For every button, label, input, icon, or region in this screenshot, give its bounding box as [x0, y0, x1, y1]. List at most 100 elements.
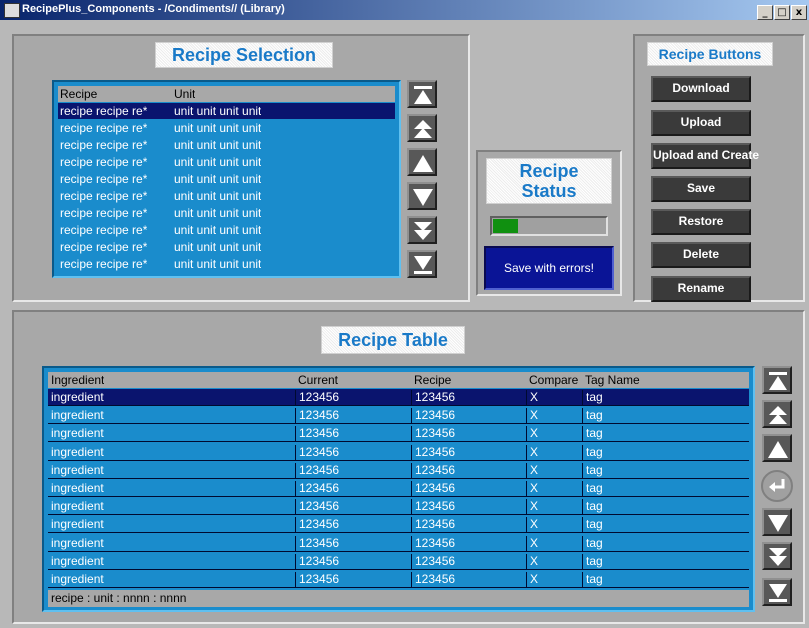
- recipe-table-row[interactable]: ingredient 123456 123456 Xtag: [48, 535, 749, 552]
- recipe-table-row[interactable]: ingredient 123456 123456 Xtag: [48, 462, 749, 479]
- recipe-table-row[interactable]: ingredient 123456 123456 Xtag: [48, 571, 749, 588]
- recipe-value-cell: 123456: [411, 517, 526, 533]
- recipe-name-cell: recipe recipe re*: [60, 257, 148, 271]
- ingredient-cell: ingredient: [51, 499, 104, 514]
- recipe-list-header: Recipe Unit: [58, 86, 395, 102]
- upload-and-create-button[interactable]: Upload and Create: [651, 143, 759, 169]
- maximize-button[interactable]: □: [774, 5, 790, 20]
- recipe-table-row[interactable]: ingredient 123456 123456 Xtag: [48, 480, 749, 497]
- compare-cell: X: [526, 553, 582, 569]
- ingredient-cell: ingredient: [51, 572, 104, 586]
- close-button[interactable]: x: [791, 5, 807, 20]
- ingredient-cell: ingredient: [51, 517, 104, 532]
- compare-cell: X: [526, 462, 582, 478]
- recipe-unit-cell: unit unit unit unit: [174, 206, 262, 220]
- tag-name-cell: tag: [582, 553, 749, 569]
- ingredient-cell: ingredient: [51, 408, 104, 423]
- move-last-button[interactable]: [407, 250, 437, 278]
- recipe-unit-cell: unit unit unit unit: [174, 240, 262, 254]
- recipe-unit-cell: unit unit unit unit: [174, 223, 262, 237]
- move-up-button[interactable]: [407, 148, 437, 176]
- recipe-list-row[interactable]: recipe recipe re* unit unit unit unit: [58, 120, 395, 136]
- column-header-recipe: Recipe: [60, 87, 98, 101]
- recipe-value-cell: 123456: [411, 426, 526, 442]
- recipe-table-row[interactable]: ingredient 123456 123456 Xtag: [48, 516, 749, 534]
- rename-button[interactable]: Rename: [651, 276, 751, 302]
- window-controls: _ □ x: [756, 2, 807, 20]
- recipe-table-row[interactable]: ingredient 123456 123456 Xtag: [48, 498, 749, 516]
- current-value-cell: 123456: [295, 444, 411, 460]
- enter-button[interactable]: [761, 470, 793, 502]
- current-value-cell: 123456: [295, 517, 411, 533]
- current-value-cell: 123456: [295, 462, 411, 478]
- recipe-value-cell: 123456: [411, 499, 526, 515]
- save-button[interactable]: Save: [651, 176, 751, 202]
- window-title: RecipePlus_Components - /Condiments// (L…: [22, 3, 285, 15]
- recipe-unit-cell: unit unit unit unit: [174, 189, 262, 203]
- column-header-ingredient: Ingredient: [51, 373, 105, 387]
- recipe-status-title-line1: Recipe: [519, 161, 579, 181]
- current-value-cell: 123456: [295, 499, 411, 515]
- recipe-unit-cell: unit unit unit unit: [174, 257, 262, 271]
- current-value-cell: 123456: [295, 481, 411, 496]
- move-first-button[interactable]: [762, 366, 792, 394]
- move-first-button[interactable]: [407, 80, 437, 108]
- upload-button[interactable]: Upload: [651, 110, 751, 136]
- recipe-list-row[interactable]: recipe recipe re* unit unit unit unit: [58, 171, 395, 187]
- progress-fill: [493, 219, 518, 233]
- delete-button[interactable]: Delete: [651, 242, 751, 268]
- compare-cell: X: [526, 535, 582, 551]
- recipe-table-row[interactable]: ingredient 123456 123456 Xtag: [48, 444, 749, 461]
- recipe-status-title-line2: Status: [521, 181, 577, 201]
- recipe-list-row[interactable]: recipe recipe re* unit unit unit unit: [58, 222, 395, 238]
- page-down-button[interactable]: [407, 216, 437, 244]
- recipe-list-row[interactable]: recipe recipe re* unit unit unit unit: [58, 256, 395, 272]
- recipe-list-row[interactable]: recipe recipe re* unit unit unit unit: [58, 154, 395, 170]
- current-value-cell: 123456: [295, 572, 411, 587]
- recipe-unit-cell: unit unit unit unit: [174, 104, 262, 118]
- move-down-button[interactable]: [407, 182, 437, 210]
- recipe-list-row[interactable]: recipe recipe re* unit unit unit unit: [58, 103, 395, 119]
- current-value-cell: 123456: [295, 426, 411, 442]
- minimize-button[interactable]: _: [757, 5, 773, 20]
- move-down-button[interactable]: [762, 508, 792, 536]
- recipe-table-row[interactable]: ingredient 123456 123456 Xtag: [48, 389, 749, 406]
- tag-name-cell: tag: [582, 426, 749, 442]
- recipe-buttons-panel: Recipe Buttons Download Upload Upload and …: [633, 34, 805, 302]
- recipe-buttons-title: Recipe Buttons: [647, 42, 773, 66]
- compare-cell: X: [526, 517, 582, 533]
- page-up-button[interactable]: [407, 114, 437, 142]
- tag-name-cell: tag: [582, 499, 749, 515]
- recipe-status-title: Recipe Status: [486, 158, 612, 204]
- recipe-table-row[interactable]: ingredient 123456 123456 Xtag: [48, 407, 749, 425]
- recipe-table-row[interactable]: ingredient 123456 123456 Xtag: [48, 553, 749, 570]
- recipe-selection-panel: Recipe Selection Recipe Unit recipe reci…: [12, 34, 470, 302]
- recipe-list-row[interactable]: recipe recipe re* unit unit unit unit: [58, 137, 395, 153]
- page-down-button[interactable]: [762, 542, 792, 570]
- column-header-compare: Compare: [529, 373, 579, 387]
- recipe-selection-title: Recipe Selection: [155, 42, 333, 68]
- recipe-status-progress-bar: [490, 216, 608, 236]
- move-last-button[interactable]: [762, 578, 792, 606]
- recipe-name-cell: recipe recipe re*: [60, 189, 148, 203]
- column-header-tag-name: Tag Name: [585, 373, 640, 387]
- compare-cell: X: [526, 426, 582, 442]
- recipe-value-cell: 123456: [411, 408, 526, 424]
- recipe-value-cell: 123456: [411, 390, 526, 405]
- recipe-table[interactable]: Ingredient Current Recipe Compare Tag Na…: [42, 366, 755, 612]
- recipe-list-row[interactable]: recipe recipe re* unit unit unit unit: [58, 188, 395, 204]
- tag-name-cell: tag: [582, 572, 749, 587]
- download-button[interactable]: Download: [651, 76, 751, 102]
- restore-button[interactable]: Restore: [651, 209, 751, 235]
- recipe-list[interactable]: Recipe Unit recipe recipe re* unit unit u…: [52, 80, 401, 278]
- recipe-list-row[interactable]: recipe recipe re* unit unit unit unit: [58, 205, 395, 221]
- move-up-button[interactable]: [762, 434, 792, 462]
- column-header-unit: Unit: [174, 87, 196, 101]
- recipe-table-row[interactable]: ingredient 123456 123456 Xtag: [48, 425, 749, 443]
- tag-name-cell: tag: [582, 390, 749, 405]
- recipe-unit-cell: unit unit unit unit: [174, 155, 262, 169]
- recipe-list-row[interactable]: recipe recipe re* unit unit unit unit: [58, 239, 395, 255]
- page-up-button[interactable]: [762, 400, 792, 428]
- current-value-cell: 123456: [295, 390, 411, 405]
- tag-name-cell: tag: [582, 444, 749, 460]
